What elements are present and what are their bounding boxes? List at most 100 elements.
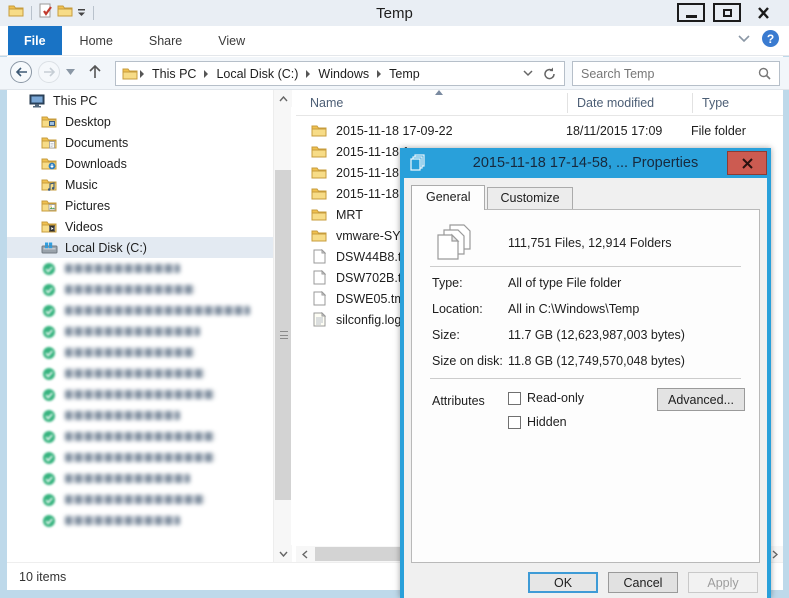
sidebar-item-redacted[interactable] [7, 300, 273, 321]
navigation-pane: This PC Desktop Documents Downloads Music Pic… [7, 90, 273, 562]
documents-icon [40, 136, 58, 149]
sidebar-item-downloads[interactable]: Downloads [7, 153, 273, 174]
back-button[interactable] [10, 61, 32, 83]
sidebar-item-redacted[interactable] [7, 510, 273, 531]
redacted-label [65, 495, 205, 504]
file-icon [310, 270, 328, 285]
sidebar-item-redacted[interactable] [7, 279, 273, 300]
table-row[interactable]: 2015-11-18 17-09-22 18/11/2015 17:09 File … [296, 120, 783, 141]
sidebar-item-redacted[interactable] [7, 426, 273, 447]
sidebar-item-local-disk-c[interactable]: Local Disk (C:) [7, 237, 273, 258]
files-folders-summary: 111,751 Files, 12,914 Folders [508, 236, 672, 250]
dialog-tab-customize[interactable]: Customize [487, 187, 573, 210]
checkbox-unchecked[interactable] [508, 391, 521, 405]
forward-button[interactable] [38, 61, 60, 83]
ribbon-tab-share[interactable]: Share [131, 26, 200, 55]
dialog-title: 2015-11-18 17-14-58, ... Properties [472, 155, 699, 171]
column-header-type[interactable]: Type [702, 96, 729, 110]
properties-icon[interactable] [39, 3, 53, 23]
checkbox-row-read-only: Read-only [508, 391, 584, 405]
ok-button[interactable]: OK [528, 572, 598, 593]
network-check-icon [40, 430, 58, 444]
explorer-folder-icon[interactable] [8, 4, 24, 22]
desktop-icon [40, 115, 58, 128]
videos-icon [40, 220, 58, 233]
refresh-icon[interactable] [543, 67, 556, 80]
close-button[interactable] [749, 3, 777, 22]
scroll-down-button[interactable] [274, 545, 292, 562]
sidebar-item-documents[interactable]: Documents [7, 132, 273, 153]
search-icon[interactable] [758, 67, 779, 80]
sidebar-item-videos[interactable]: Videos [7, 216, 273, 237]
recent-locations-dropdown-icon[interactable] [66, 69, 75, 75]
ribbon-tab-file[interactable]: File [8, 26, 62, 55]
breadcrumb-arrow-icon [377, 69, 382, 78]
network-check-icon [40, 472, 58, 486]
separator [430, 378, 741, 379]
scroll-up-button[interactable] [274, 90, 292, 107]
column-header-date-modified[interactable]: Date modified [577, 96, 654, 110]
advanced-button[interactable]: Advanced... [657, 388, 745, 411]
sidebar-item-redacted[interactable] [7, 384, 273, 405]
search-input[interactable] [573, 66, 758, 81]
redacted-label [65, 369, 205, 378]
ribbon-tab-bar: File Home Share View [0, 26, 789, 56]
network-check-icon [40, 325, 58, 339]
scrollbar-thumb[interactable] [275, 170, 291, 500]
checkbox-unchecked[interactable] [508, 415, 521, 429]
breadcrumb-item[interactable]: This PC [146, 67, 202, 81]
help-icon[interactable]: ? [762, 30, 779, 47]
network-check-icon [40, 493, 58, 507]
sidebar-item-redacted[interactable] [7, 363, 273, 384]
dialog-close-button[interactable] [727, 151, 767, 175]
file-date-modified: 18/11/2015 17:09 [566, 123, 663, 138]
scrollbar-thumb[interactable] [315, 547, 410, 561]
redacted-label [65, 390, 215, 399]
column-separator[interactable] [567, 93, 568, 113]
breadcrumb-item[interactable]: Windows [312, 67, 375, 81]
sidebar-item-redacted[interactable] [7, 405, 273, 426]
sort-ascending-icon [435, 90, 443, 95]
column-separator[interactable] [692, 93, 693, 113]
ribbon-tab-view[interactable]: View [200, 26, 263, 55]
sidebar-item-music[interactable]: Music [7, 174, 273, 195]
sidebar-scrollbar[interactable] [273, 90, 292, 562]
sidebar-item-label: Pictures [65, 198, 111, 213]
sidebar-item-redacted[interactable] [7, 342, 273, 363]
new-folder-icon[interactable] [57, 4, 73, 22]
breadcrumb-item[interactable]: Local Disk (C:) [210, 67, 304, 81]
redacted-label [65, 327, 200, 336]
files-stack-icon [432, 222, 478, 271]
sidebar-item-pictures[interactable]: Pictures [7, 195, 273, 216]
maximize-button[interactable] [713, 3, 741, 22]
forward-icon [43, 67, 55, 77]
address-dropdown-icon[interactable] [523, 70, 533, 77]
breadcrumb-item[interactable]: Temp [383, 67, 426, 81]
sidebar-item-redacted[interactable] [7, 258, 273, 279]
redacted-label [65, 474, 190, 483]
window-controls [677, 3, 777, 22]
sidebar-item-redacted[interactable] [7, 447, 273, 468]
network-check-icon [40, 262, 58, 276]
pc-icon [28, 94, 46, 108]
ribbon-tab-home[interactable]: Home [62, 26, 131, 55]
customize-qat-dropdown[interactable] [77, 4, 86, 22]
scroll-left-button[interactable] [296, 546, 313, 562]
titlebar: Temp [0, 0, 789, 26]
log-icon [310, 312, 328, 327]
dialog-titlebar: 2015-11-18 17-14-58, ... Properties [400, 148, 771, 178]
sidebar-item-redacted[interactable] [7, 468, 273, 489]
up-button[interactable] [89, 65, 101, 79]
sidebar-item-redacted[interactable] [7, 321, 273, 342]
network-check-icon [40, 451, 58, 465]
cancel-button[interactable]: Cancel [608, 572, 678, 593]
address-box[interactable]: This PC Local Disk (C:) Windows Temp [115, 61, 565, 86]
minimize-button[interactable] [677, 3, 705, 22]
sidebar-item-redacted[interactable] [7, 489, 273, 510]
dialog-body: General Customize 111,751 Files, 12,914 F… [404, 178, 767, 598]
dialog-tab-general[interactable]: General [411, 185, 486, 210]
sidebar-item-this-pc[interactable]: This PC [7, 90, 273, 111]
minimize-ribbon-icon[interactable] [738, 34, 750, 43]
sidebar-item-desktop[interactable]: Desktop [7, 111, 273, 132]
column-header-name[interactable]: Name [310, 96, 343, 110]
